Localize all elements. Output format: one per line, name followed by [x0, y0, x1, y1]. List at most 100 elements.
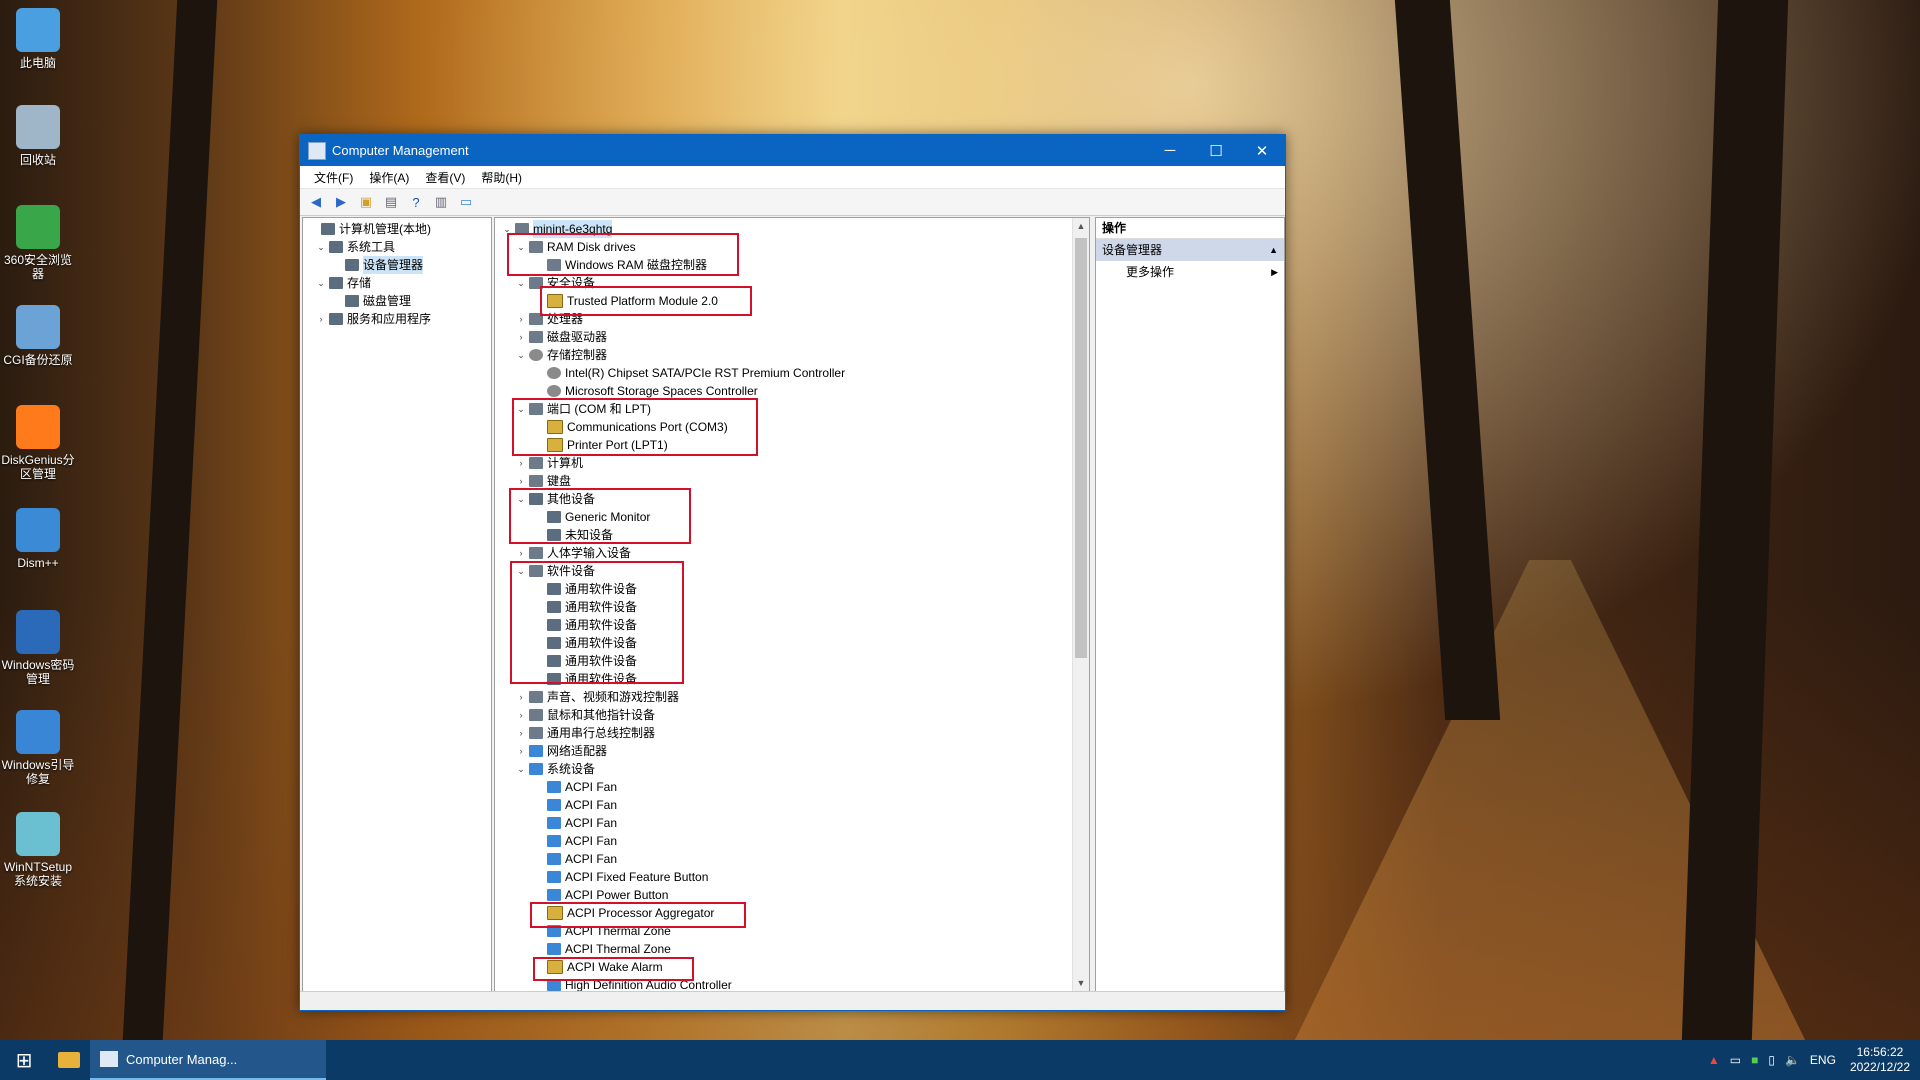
device-tree-scrollbar[interactable]: ▲ ▼: [1072, 218, 1089, 991]
device-tree-item[interactable]: Printer Port (LPT1): [495, 436, 1089, 454]
device-tree-item[interactable]: ACPI Fan: [495, 832, 1089, 850]
device-tree-item[interactable]: Generic Monitor: [495, 508, 1089, 526]
tree-item[interactable]: 计算机管理(本地): [303, 220, 491, 238]
menu-view[interactable]: 查看(V): [417, 169, 473, 186]
device-tree-item[interactable]: ACPI Fan: [495, 778, 1089, 796]
device-tree-item[interactable]: Intel(R) Chipset SATA/PCIe RST Premium C…: [495, 364, 1089, 382]
device-tree-item[interactable]: ACPI Fan: [495, 796, 1089, 814]
desktop-icon[interactable]: CGI备份还原: [0, 305, 76, 367]
device-tree-item[interactable]: 未知设备: [495, 526, 1089, 544]
device-tree-item[interactable]: › 键盘: [495, 472, 1089, 490]
expand-icon[interactable]: ›: [315, 310, 327, 328]
tree-item[interactable]: ⌄ 系统工具: [303, 238, 491, 256]
desktop-icon[interactable]: Windows引导修复: [0, 710, 76, 786]
taskbar-app-computer-management[interactable]: Computer Manag...: [90, 1040, 326, 1080]
device-tree-item[interactable]: › 磁盘驱动器: [495, 328, 1089, 346]
scroll-up-icon[interactable]: ▲: [1073, 218, 1089, 234]
up-folder-icon[interactable]: ▣: [356, 193, 376, 211]
device-tree-item[interactable]: ⌄ 端口 (COM 和 LPT): [495, 400, 1089, 418]
device-tree-item[interactable]: › 声音、视频和游戏控制器: [495, 688, 1089, 706]
properties-icon[interactable]: ▥: [431, 193, 451, 211]
scroll-down-icon[interactable]: ▼: [1073, 975, 1089, 991]
expand-icon[interactable]: ⌄: [515, 274, 527, 292]
device-tree-item[interactable]: ⌄ 存储控制器: [495, 346, 1089, 364]
expand-icon[interactable]: ⌄: [315, 238, 327, 256]
tray-arrow-icon[interactable]: ▲: [1708, 1053, 1720, 1067]
more-actions[interactable]: 更多操作 ▶: [1096, 261, 1284, 283]
expand-icon[interactable]: ›: [515, 724, 527, 742]
device-tree-item[interactable]: › 处理器: [495, 310, 1089, 328]
expand-icon[interactable]: ⌄: [515, 238, 527, 256]
clock[interactable]: 16:56:22 2022/12/22: [1850, 1045, 1910, 1075]
device-tree-item[interactable]: ACPI Power Button: [495, 886, 1089, 904]
desktop-icon[interactable]: 此电脑: [0, 8, 76, 70]
device-tree-item[interactable]: 通用软件设备: [495, 616, 1089, 634]
desktop-icon[interactable]: Dism++: [0, 508, 76, 570]
desktop-icon[interactable]: Windows密码管理: [0, 610, 76, 686]
expand-icon[interactable]: ⌄: [315, 274, 327, 292]
device-tree-item[interactable]: ⌄ minint-6e3qhtg: [495, 220, 1089, 238]
tree-item[interactable]: ⌄ 存储: [303, 274, 491, 292]
actions-device-manager[interactable]: 设备管理器 ▲: [1096, 239, 1284, 261]
desktop-icon[interactable]: WinNTSetup系统安装: [0, 812, 76, 888]
file-explorer-icon[interactable]: [48, 1040, 90, 1080]
maximize-button[interactable]: ☐: [1193, 135, 1239, 166]
device-tree-item[interactable]: ⌄ RAM Disk drives: [495, 238, 1089, 256]
device-tree-item[interactable]: ⌄ 安全设备: [495, 274, 1089, 292]
device-tree-item[interactable]: ⌄ 软件设备: [495, 562, 1089, 580]
device-tree-item[interactable]: 通用软件设备: [495, 652, 1089, 670]
device-tree-item[interactable]: › 人体学输入设备: [495, 544, 1089, 562]
expand-icon[interactable]: ⌄: [515, 346, 527, 364]
expand-icon[interactable]: ›: [515, 742, 527, 760]
device-tree-item[interactable]: ACPI Processor Aggregator: [495, 904, 1089, 922]
device-tree-item[interactable]: › 网络适配器: [495, 742, 1089, 760]
show-hide-tree-icon[interactable]: ▤: [381, 193, 401, 211]
usb-icon[interactable]: ▯: [1768, 1053, 1775, 1067]
expand-icon[interactable]: ⌄: [515, 400, 527, 418]
volume-icon[interactable]: 🔈: [1785, 1053, 1800, 1067]
menu-action[interactable]: 操作(A): [361, 169, 417, 186]
color-icon[interactable]: ■: [1751, 1053, 1758, 1067]
desktop-icon[interactable]: 360安全浏览器: [0, 205, 76, 281]
expand-icon[interactable]: ⌄: [501, 220, 513, 238]
device-tree-item[interactable]: ACPI Fixed Feature Button: [495, 868, 1089, 886]
expand-icon[interactable]: ›: [515, 472, 527, 490]
help-icon[interactable]: ?: [406, 193, 426, 211]
device-tree-item[interactable]: ACPI Thermal Zone: [495, 940, 1089, 958]
tree-item[interactable]: › 服务和应用程序: [303, 310, 491, 328]
device-tree-item[interactable]: ⌄ 系统设备: [495, 760, 1089, 778]
scrollbar-thumb[interactable]: [1075, 238, 1087, 658]
collapse-icon[interactable]: ▲: [1269, 239, 1284, 261]
forward-icon[interactable]: ▶: [331, 193, 351, 211]
device-tree-item[interactable]: 通用软件设备: [495, 634, 1089, 652]
device-tree-item[interactable]: Trusted Platform Module 2.0: [495, 292, 1089, 310]
device-tree-item[interactable]: › 鼠标和其他指针设备: [495, 706, 1089, 724]
device-tree-item[interactable]: ACPI Wake Alarm: [495, 958, 1089, 976]
expand-icon[interactable]: ›: [515, 688, 527, 706]
device-tree-item[interactable]: ACPI Fan: [495, 814, 1089, 832]
expand-icon[interactable]: ⌄: [515, 760, 527, 778]
minimize-button[interactable]: ─: [1147, 135, 1193, 166]
tree-item[interactable]: 磁盘管理: [303, 292, 491, 310]
desktop-icon[interactable]: 回收站: [0, 105, 76, 167]
expand-icon[interactable]: ›: [515, 310, 527, 328]
expand-icon[interactable]: ›: [515, 328, 527, 346]
windows-start-icon[interactable]: ⊞: [0, 1040, 48, 1080]
device-tree-item[interactable]: ACPI Thermal Zone: [495, 922, 1089, 940]
device-tree-item[interactable]: Windows RAM 磁盘控制器: [495, 256, 1089, 274]
menu-help[interactable]: 帮助(H): [473, 169, 530, 186]
device-tree-item[interactable]: 通用软件设备: [495, 670, 1089, 688]
back-icon[interactable]: ◀: [306, 193, 326, 211]
device-tree-item[interactable]: 通用软件设备: [495, 598, 1089, 616]
device-tree-item[interactable]: › 通用串行总线控制器: [495, 724, 1089, 742]
tree-item[interactable]: 设备管理器: [303, 256, 491, 274]
close-button[interactable]: ✕: [1239, 135, 1285, 166]
network-icon[interactable]: ▭: [1730, 1053, 1741, 1067]
desktop-icon[interactable]: DiskGenius分区管理: [0, 405, 76, 481]
expand-icon[interactable]: ⌄: [515, 490, 527, 508]
device-tree-item[interactable]: Microsoft Storage Spaces Controller: [495, 382, 1089, 400]
monitor-icon[interactable]: ▭: [456, 193, 476, 211]
device-tree-item[interactable]: › 计算机: [495, 454, 1089, 472]
title-bar[interactable]: Computer Management ─ ☐ ✕: [300, 135, 1285, 166]
expand-icon[interactable]: ›: [515, 454, 527, 472]
